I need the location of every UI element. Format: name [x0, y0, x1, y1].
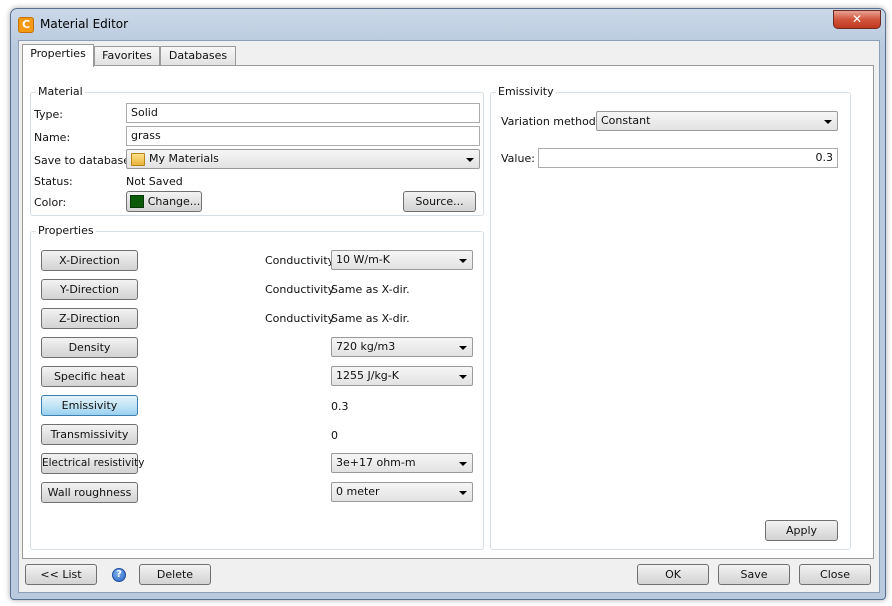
- material-editor-window: C Material Editor ✕ Properties Favorites…: [10, 8, 886, 600]
- status-label: Status:: [34, 175, 73, 188]
- save-to-database-select[interactable]: My Materials: [126, 149, 480, 169]
- y-conductivity-label: Conductivity: [265, 283, 335, 296]
- title-bar[interactable]: C Material Editor ✕: [11, 9, 885, 39]
- specific-heat-select[interactable]: 1255 J/kg-K: [331, 366, 473, 386]
- x-direction-button[interactable]: X-Direction: [41, 250, 138, 271]
- dropdown-arrow-icon: [466, 158, 474, 162]
- status-value: Not Saved: [126, 175, 183, 188]
- save-button[interactable]: Save: [718, 564, 790, 585]
- emissivity-value-label: Value:: [501, 152, 535, 165]
- wall-roughness-value: 0 meter: [336, 485, 380, 498]
- dropdown-arrow-icon: [459, 491, 467, 495]
- wall-roughness-select[interactable]: 0 meter: [331, 482, 473, 502]
- dropdown-arrow-icon: [459, 375, 467, 379]
- apply-button[interactable]: Apply: [765, 520, 838, 541]
- properties-group: Properties X-Direction Conductivity 10 W…: [30, 224, 484, 550]
- transmissivity-value: 0: [331, 429, 338, 442]
- specific-heat-value: 1255 J/kg-K: [336, 369, 399, 382]
- density-select[interactable]: 720 kg/m3: [331, 337, 473, 357]
- z-conductivity-label: Conductivity: [265, 312, 335, 325]
- electrical-resistivity-select[interactable]: 3e+17 ohm-m: [331, 453, 473, 473]
- tab-favorites[interactable]: Favorites: [94, 46, 160, 66]
- emissivity-value-field[interactable]: 0.3: [538, 148, 838, 168]
- variation-method-value: Constant: [601, 114, 651, 127]
- dropdown-arrow-icon: [459, 259, 467, 263]
- color-label: Color:: [34, 196, 67, 209]
- properties-tab-panel: Material Type: Solid Name: grass Save to…: [22, 65, 874, 559]
- specific-heat-button[interactable]: Specific heat: [41, 366, 138, 387]
- dropdown-arrow-icon: [459, 462, 467, 466]
- help-icon[interactable]: ?: [112, 568, 126, 582]
- ok-button[interactable]: OK: [637, 564, 709, 585]
- wall-roughness-button[interactable]: Wall roughness: [41, 482, 138, 503]
- material-group: Material Type: Solid Name: grass Save to…: [30, 85, 484, 216]
- density-button[interactable]: Density: [41, 337, 138, 358]
- emissivity-group: Emissivity Variation method: Constant Va…: [490, 85, 851, 550]
- type-label: Type:: [34, 108, 63, 121]
- density-value: 720 kg/m3: [336, 340, 396, 353]
- close-button[interactable]: Close: [799, 564, 871, 585]
- properties-group-title: Properties: [36, 224, 96, 237]
- database-icon: [131, 153, 145, 166]
- name-label: Name:: [34, 131, 71, 144]
- x-conductivity-label: Conductivity: [265, 254, 335, 267]
- save-to-database-value: My Materials: [149, 152, 219, 165]
- transmissivity-button[interactable]: Transmissivity: [41, 424, 138, 445]
- source-button[interactable]: Source...: [403, 191, 476, 212]
- emissivity-value: 0.3: [331, 400, 349, 413]
- electrical-resistivity-button[interactable]: Electrical resistivity: [41, 453, 145, 474]
- material-group-title: Material: [36, 85, 85, 98]
- y-conductivity-value: Same as X-dir.: [331, 283, 410, 296]
- electrical-resistivity-value: 3e+17 ohm-m: [336, 456, 416, 469]
- close-window-button[interactable]: ✕: [833, 10, 881, 29]
- variation-method-label: Variation method:: [501, 115, 600, 128]
- tab-properties[interactable]: Properties: [22, 44, 94, 67]
- variation-method-select[interactable]: Constant: [596, 111, 838, 131]
- save-to-database-label: Save to database:: [34, 154, 134, 167]
- dialog-client: Properties Favorites Databases Material …: [18, 40, 880, 593]
- type-field[interactable]: Solid: [126, 103, 480, 123]
- x-conductivity-value: 10 W/m-K: [336, 253, 390, 266]
- change-color-button[interactable]: Change...: [126, 191, 202, 212]
- app-logo-icon: C: [18, 17, 34, 33]
- z-direction-button[interactable]: Z-Direction: [41, 308, 138, 329]
- name-field[interactable]: grass: [126, 126, 480, 146]
- emissivity-group-title: Emissivity: [496, 85, 556, 98]
- window-title: Material Editor: [40, 17, 129, 31]
- z-conductivity-value: Same as X-dir.: [331, 312, 410, 325]
- color-swatch-icon: [130, 195, 144, 208]
- dropdown-arrow-icon: [459, 346, 467, 350]
- dropdown-arrow-icon: [824, 120, 832, 124]
- delete-button[interactable]: Delete: [139, 564, 211, 585]
- change-color-label: Change...: [147, 195, 201, 208]
- tab-databases[interactable]: Databases: [160, 46, 236, 66]
- x-conductivity-select[interactable]: 10 W/m-K: [331, 250, 473, 270]
- emissivity-button[interactable]: Emissivity: [41, 395, 138, 416]
- y-direction-button[interactable]: Y-Direction: [41, 279, 138, 300]
- back-to-list-button[interactable]: << List: [25, 564, 97, 585]
